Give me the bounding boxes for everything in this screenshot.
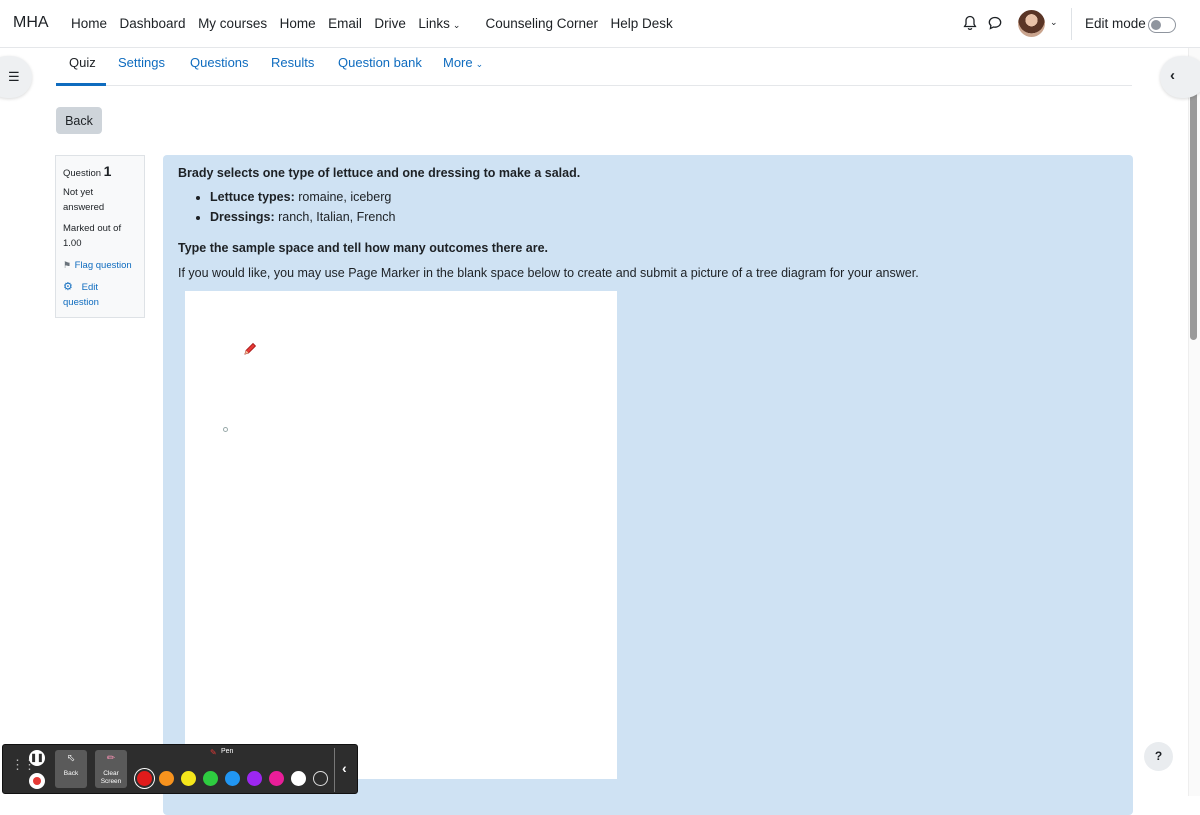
question-content: Brady selects one type of lettuce and on… bbox=[163, 155, 1133, 815]
pen-icon: ✎ bbox=[210, 748, 217, 757]
collapse-toolbar-icon[interactable]: ‹ bbox=[342, 760, 347, 776]
color-swatch-pink[interactable] bbox=[269, 771, 284, 786]
user-avatar[interactable] bbox=[1018, 10, 1045, 37]
chevron-down-icon[interactable]: ⌄ bbox=[1050, 17, 1058, 28]
cursor-arrow-icon: ⬁ bbox=[66, 753, 76, 764]
edit-mode-toggle[interactable] bbox=[1148, 17, 1176, 33]
nav-home[interactable]: Home bbox=[71, 16, 107, 31]
tab-questions[interactable]: Questions bbox=[190, 55, 249, 70]
color-swatch-yellow[interactable] bbox=[181, 771, 196, 786]
color-swatch-orange[interactable] bbox=[159, 771, 174, 786]
help-button[interactable]: ? bbox=[1144, 742, 1173, 771]
list-item: Lettuce types: romaine, iceberg bbox=[210, 188, 396, 208]
tab-quiz[interactable]: Quiz bbox=[69, 55, 96, 70]
nav-dashboard[interactable]: Dashboard bbox=[120, 16, 186, 31]
list-icon: ☰ bbox=[8, 69, 20, 84]
active-tab-indicator bbox=[56, 83, 106, 86]
nav-counseling-corner[interactable]: Counseling Corner bbox=[485, 16, 598, 31]
nav-links-dropdown[interactable]: Links ⌄ bbox=[418, 16, 473, 31]
tab-question-bank[interactable]: Question bank bbox=[338, 55, 422, 70]
clear-screen-button[interactable]: ✏ Clear Screen bbox=[95, 750, 127, 788]
record-stop-icon[interactable] bbox=[29, 773, 45, 789]
eraser-icon: ✏ bbox=[106, 753, 116, 764]
navbar-divider bbox=[1071, 8, 1072, 40]
tab-settings[interactable]: Settings bbox=[118, 55, 165, 70]
nav-home-2[interactable]: Home bbox=[280, 16, 316, 31]
list-item: Dressings: ranch, Italian, French bbox=[210, 208, 396, 228]
tab-results[interactable]: Results bbox=[271, 55, 314, 70]
nav-links-label: Links bbox=[418, 16, 450, 31]
site-brand[interactable]: MHA bbox=[13, 14, 49, 32]
edit-question-link[interactable]: ⚙ Edit question bbox=[63, 280, 137, 310]
question-title: Brady selects one type of lettuce and on… bbox=[178, 166, 581, 180]
chat-bubble-icon[interactable] bbox=[988, 16, 1002, 30]
question-number: Question 1 bbox=[63, 163, 112, 179]
page-marker-back-button[interactable]: ⬁ Back bbox=[55, 750, 87, 788]
question-state: Not yet answered bbox=[63, 187, 105, 213]
color-swatch-blue[interactable] bbox=[225, 771, 240, 786]
edit-mode-label: Edit mode bbox=[1085, 16, 1146, 31]
primary-nav: Home Dashboard My courses Home Email Dri… bbox=[71, 16, 685, 31]
flag-question-link[interactable]: ⚑ Flag question bbox=[63, 258, 137, 273]
color-swatch-black[interactable] bbox=[313, 771, 328, 786]
block-drawer-toggle[interactable]: ‹ bbox=[1160, 56, 1200, 98]
question-grade: Marked out of 1.00 bbox=[63, 223, 122, 249]
nav-help-desk[interactable]: Help Desk bbox=[611, 16, 673, 31]
color-swatch-white[interactable] bbox=[291, 771, 306, 786]
chevron-left-icon: ‹ bbox=[1170, 67, 1175, 84]
nav-my-courses[interactable]: My courses bbox=[198, 16, 267, 31]
question-prompt: Type the sample space and tell how many … bbox=[178, 241, 549, 255]
color-swatch-purple[interactable] bbox=[247, 771, 262, 786]
flag-icon: ⚑ bbox=[63, 260, 72, 270]
tab-more[interactable]: More ⌄ bbox=[443, 55, 483, 70]
toolbar-divider bbox=[334, 748, 335, 792]
page-scrollbar-thumb[interactable] bbox=[1190, 90, 1197, 340]
color-swatch-green[interactable] bbox=[203, 771, 218, 786]
question-info-panel: Question 1 Not yet answered Marked out of… bbox=[55, 155, 145, 318]
bell-icon[interactable] bbox=[963, 15, 977, 31]
pencil-cursor-icon bbox=[244, 342, 257, 355]
nav-drive[interactable]: Drive bbox=[374, 16, 406, 31]
chevron-down-icon: ⌄ bbox=[452, 20, 461, 30]
nav-email[interactable]: Email bbox=[328, 16, 362, 31]
answer-drawing-area[interactable] bbox=[185, 291, 617, 779]
chevron-down-icon: ⌄ bbox=[475, 59, 484, 69]
question-item-list: Lettuce types: romaine, iceberg Dressing… bbox=[191, 188, 396, 227]
page-marker-toolbar: ⋮⋮ ❚❚ ⬁ Back ✏ Clear Screen ✎ Pen ‹ bbox=[2, 744, 358, 794]
marker-dot bbox=[223, 427, 228, 432]
color-swatch-red[interactable] bbox=[137, 771, 152, 786]
gear-icon: ⚙ bbox=[63, 281, 73, 293]
question-hint: If you would like, you may use Page Mark… bbox=[178, 266, 919, 280]
back-button[interactable]: Back bbox=[56, 107, 102, 134]
course-index-drawer-toggle[interactable]: ☰ bbox=[0, 56, 32, 98]
pen-tool-label: Pen bbox=[221, 748, 234, 755]
secondary-nav: Quiz Settings Questions Results Question… bbox=[56, 48, 1132, 86]
top-navbar: MHA Home Dashboard My courses Home Email… bbox=[0, 0, 1200, 48]
tab-more-label: More bbox=[443, 55, 473, 70]
pause-icon[interactable]: ❚❚ bbox=[29, 750, 45, 766]
